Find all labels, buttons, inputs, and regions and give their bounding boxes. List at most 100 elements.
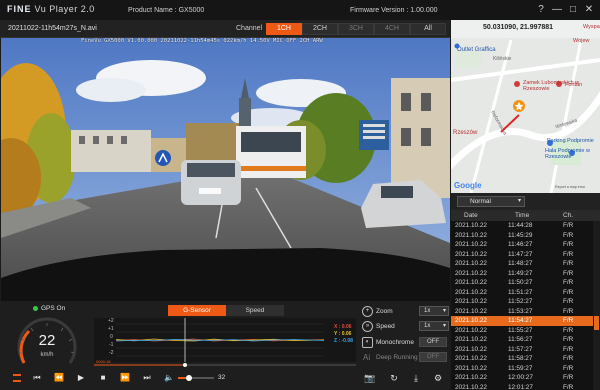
event-filter-select[interactable]: Normal ▾ xyxy=(457,196,525,207)
seek-bar[interactable] xyxy=(94,362,356,367)
row-time: 11:53:27 xyxy=(508,307,533,315)
map-label-street-kilinskie: Kilińskie xyxy=(493,56,512,62)
list-item[interactable]: 2021.10.22 11:53:27 F/R xyxy=(451,307,593,317)
column-channel[interactable]: Ch. xyxy=(563,212,573,219)
channel-label: Channel xyxy=(236,25,263,32)
next-file-button[interactable]: ⏭ xyxy=(140,371,154,385)
channel-1ch-button[interactable]: 1CH xyxy=(266,23,302,35)
playback-time: 0000:18 xyxy=(96,359,111,364)
deep-running-label: Deep Running xyxy=(376,354,418,361)
list-item[interactable]: 2021.10.22 11:54:27 F/R xyxy=(451,316,593,326)
monochrome-toggle[interactable]: OFF xyxy=(419,337,447,347)
camera-snapshot-button[interactable]: 📷 xyxy=(364,372,376,384)
list-scrollbar[interactable] xyxy=(593,221,600,390)
list-scrollbar-thumb[interactable] xyxy=(594,316,599,330)
rotate-icon: ↻ xyxy=(390,373,398,383)
list-item[interactable]: 2021.10.22 11:46:27 F/R xyxy=(451,240,593,250)
fast-forward-button[interactable]: ⏩ xyxy=(118,371,132,385)
map-report-link[interactable]: Report a map error xyxy=(555,185,585,189)
mute-button[interactable]: 🔈 xyxy=(162,371,176,385)
brand-fine: FINE xyxy=(7,4,32,14)
list-item[interactable]: 2021.10.22 11:49:27 F/R xyxy=(451,269,593,279)
row-channel: F/R xyxy=(563,269,574,277)
list-item[interactable]: 2021.10.22 11:50:27 F/R xyxy=(451,278,593,288)
channel-2ch-button[interactable]: 2CH xyxy=(302,23,338,35)
download-icon: ⤓ xyxy=(414,373,418,383)
row-date: 2021.10.22 xyxy=(455,279,487,286)
speed-select-value: 1x xyxy=(424,323,431,329)
deep-running-row: Ai Deep Running OFF xyxy=(362,351,450,366)
row-channel: F/R xyxy=(563,345,574,353)
zoom-label: Zoom xyxy=(376,308,393,315)
list-item[interactable]: 2021.10.22 11:48:27 F/R xyxy=(451,259,593,269)
column-date[interactable]: Date xyxy=(464,212,478,219)
row-channel: F/R xyxy=(563,336,574,343)
row-date: 2021.10.22 xyxy=(455,298,487,305)
close-button[interactable]: ✕ xyxy=(583,4,595,16)
row-date: 2021.10.22 xyxy=(455,317,487,324)
chevron-down-icon: ▾ xyxy=(442,308,446,314)
rewind-button[interactable]: ⏪ xyxy=(52,371,66,385)
y-tick-plus1: +1 xyxy=(108,326,114,332)
volume-slider[interactable] xyxy=(178,375,214,381)
column-time[interactable]: Time xyxy=(515,212,529,219)
seek-track xyxy=(94,363,356,367)
list-item[interactable]: 2021.10.22 11:45:29 F/R xyxy=(451,231,593,241)
list-item[interactable]: 2021.10.22 11:55:27 F/R xyxy=(451,326,593,336)
tab-speed[interactable]: Speed xyxy=(226,305,284,316)
row-time: 12:01:27 xyxy=(508,383,533,390)
row-date: 2021.10.22 xyxy=(455,364,487,372)
list-item[interactable]: 2021.10.22 11:58:27 F/R xyxy=(451,354,593,364)
gsensor-graph[interactable] xyxy=(94,318,356,362)
row-time: 11:57:27 xyxy=(508,345,533,353)
map-panel[interactable]: 50.031090, 21.997881 Outlet Graffica Zam… xyxy=(451,20,600,193)
list-item[interactable]: 2021.10.22 11:47:27 F/R xyxy=(451,250,593,260)
channel-3ch-button[interactable]: 3CH xyxy=(338,23,374,35)
list-item[interactable]: 2021.10.22 12:01:27 F/R xyxy=(451,383,593,390)
video-osd-text: FineVu GX5000 V1.00.000 20211022-11h54m4… xyxy=(81,38,323,44)
stop-button[interactable]: ■ xyxy=(96,371,110,385)
row-time: 11:55:27 xyxy=(508,326,533,334)
list-item[interactable]: 2021.10.22 11:57:27 F/R xyxy=(451,345,593,355)
x-axis-value: X : 0.06 xyxy=(334,324,352,330)
play-icon: ▶ xyxy=(77,373,85,382)
settings-button[interactable]: ⚙ xyxy=(432,372,444,384)
volume-handle[interactable] xyxy=(186,375,192,381)
speed-label: Speed xyxy=(376,323,395,330)
tab-gsensor[interactable]: G-Sensor xyxy=(168,305,226,316)
download-button[interactable]: ⤓ xyxy=(410,372,422,384)
channel-4ch-button[interactable]: 4CH xyxy=(374,23,410,35)
zoom-select[interactable]: 1x ▾ xyxy=(419,306,449,316)
list-item[interactable]: 2021.10.22 11:52:27 F/R xyxy=(451,297,593,307)
channel-all-button[interactable]: All xyxy=(410,23,446,35)
help-button[interactable]: ? xyxy=(535,4,547,16)
snapshot-button[interactable] xyxy=(10,371,24,385)
row-channel: F/R xyxy=(563,383,574,390)
list-item[interactable]: 2021.10.22 11:51:27 F/R xyxy=(451,288,593,298)
list-item[interactable]: 2021.10.22 11:56:27 F/R xyxy=(451,335,593,345)
maximize-button[interactable]: □ xyxy=(567,4,579,16)
fast-forward-icon: ⏩ xyxy=(120,373,130,382)
gsensor-plot xyxy=(115,318,325,362)
map-label-hala: Hala Podpromie w Rzeszowie xyxy=(545,148,590,160)
list-item[interactable]: 2021.10.22 11:44:28 F/R xyxy=(451,221,593,231)
speed-select[interactable]: 1x ▾ xyxy=(419,321,449,331)
stop-icon: ■ xyxy=(100,373,106,382)
list-item[interactable]: 2021.10.22 12:00:27 F/R xyxy=(451,373,593,383)
rotate-button[interactable]: ↻ xyxy=(388,372,400,384)
row-time: 12:00:27 xyxy=(508,374,533,381)
google-logo: Google xyxy=(454,181,482,190)
row-date: 2021.10.22 xyxy=(455,355,487,362)
video-viewport[interactable]: FineVu GX5000 V1.00.000 20211022-11h54m4… xyxy=(1,38,450,301)
previous-file-button[interactable]: ⏮ xyxy=(30,371,44,385)
row-channel: F/R xyxy=(563,250,574,258)
row-time: 11:58:27 xyxy=(508,355,533,362)
camera-icon: 📷 xyxy=(364,373,376,383)
row-date: 2021.10.22 xyxy=(455,288,487,296)
play-button[interactable]: ▶ xyxy=(74,371,88,385)
row-time: 11:56:27 xyxy=(508,336,533,343)
minimize-button[interactable]: — xyxy=(551,4,563,16)
deep-running-toggle[interactable]: OFF xyxy=(419,352,447,362)
list-item[interactable]: 2021.10.22 11:59:27 F/R xyxy=(451,364,593,374)
row-date: 2021.10.22 xyxy=(455,383,487,390)
